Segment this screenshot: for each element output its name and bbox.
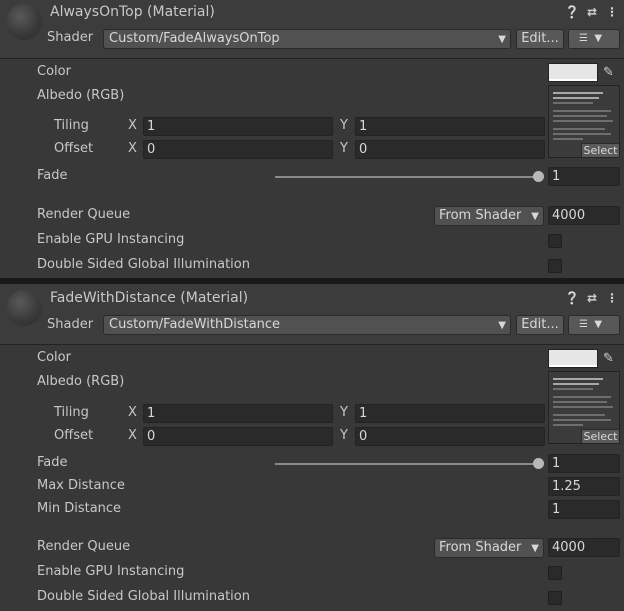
fade-slider-track[interactable]	[275, 463, 538, 465]
double-sided-gi-checkbox[interactable]	[548, 259, 562, 273]
chevron-down-icon: ▼	[594, 33, 603, 44]
shader-value: Custom/FadeWithDistance	[109, 317, 281, 332]
chevron-down-icon: ▼	[594, 319, 603, 330]
edit-shader-button[interactable]: Edit...	[516, 29, 564, 49]
offset-x-label: X	[128, 428, 137, 443]
gpu-instancing-checkbox[interactable]	[548, 234, 562, 248]
render-queue-dropdown[interactable]: From Shader ▼	[434, 206, 544, 226]
material-title: AlwaysOnTop (Material)	[50, 4, 215, 20]
albedo-texture-thumbnail[interactable]: Select	[548, 371, 620, 444]
header-icons: ❔ ⇄ ⋮	[565, 5, 618, 19]
offset-y-field[interactable]: 0	[355, 140, 545, 159]
fade-slider-handle[interactable]	[533, 171, 544, 182]
offset-x-label: X	[128, 141, 137, 156]
material-title: FadeWithDistance (Material)	[50, 290, 249, 306]
tiling-y-field[interactable]: 1	[355, 117, 545, 136]
presets-icon[interactable]: ⇄	[586, 5, 598, 19]
color-alpha-bar	[549, 79, 597, 81]
render-queue-field[interactable]: 4000	[548, 538, 620, 557]
color-label: Color	[37, 350, 71, 365]
chevron-down-icon: ▼	[531, 543, 539, 554]
more-options-icon[interactable]: ⋮	[606, 5, 618, 19]
tiling-label: Tiling	[54, 118, 89, 133]
select-texture-button[interactable]: Select	[581, 143, 619, 157]
fade-label: Fade	[37, 455, 68, 470]
render-queue-label: Render Queue	[37, 539, 131, 554]
fade-slider-handle[interactable]	[533, 458, 544, 469]
gpu-instancing-checkbox[interactable]	[548, 566, 562, 580]
double-sided-gi-label: Double Sided Global Illumination	[37, 589, 250, 604]
chevron-down-icon: ▼	[498, 34, 506, 45]
min-distance-field[interactable]: 1	[548, 500, 620, 519]
tiling-label: Tiling	[54, 405, 89, 420]
header-separator	[0, 344, 624, 345]
albedo-texture-thumbnail[interactable]: Select	[548, 85, 620, 158]
shader-dropdown[interactable]: Custom/FadeWithDistance ▼	[103, 315, 511, 335]
fade-slider-track[interactable]	[275, 176, 538, 178]
eyedropper-icon[interactable]: ✎	[603, 351, 617, 366]
tiling-x-field[interactable]: 1	[143, 404, 333, 423]
eyedropper-icon[interactable]: ✎	[603, 65, 617, 80]
color-swatch[interactable]	[548, 349, 598, 368]
render-queue-option: From Shader	[439, 540, 522, 555]
list-icon: ☰	[579, 319, 588, 330]
material-preview-icon	[6, 4, 42, 40]
material-preview-icon	[6, 290, 42, 326]
render-queue-field[interactable]: 4000	[548, 206, 620, 225]
min-distance-label: Min Distance	[37, 501, 122, 516]
list-icon: ☰	[579, 33, 588, 44]
fade-value-field[interactable]: 1	[548, 167, 620, 186]
double-sided-gi-label: Double Sided Global Illumination	[37, 257, 250, 272]
tiling-x-field[interactable]: 1	[143, 117, 333, 136]
tiling-y-label: Y	[340, 118, 348, 133]
help-icon[interactable]: ❔	[565, 291, 580, 305]
help-icon[interactable]: ❔	[565, 5, 580, 19]
render-queue-option: From Shader	[439, 208, 522, 223]
albedo-label: Albedo (RGB)	[37, 88, 125, 103]
color-alpha-bar	[549, 365, 597, 367]
max-distance-label: Max Distance	[37, 478, 125, 493]
fade-label: Fade	[37, 168, 68, 183]
color-swatch[interactable]	[548, 63, 598, 82]
tiling-y-label: Y	[340, 405, 348, 420]
albedo-label: Albedo (RGB)	[37, 374, 125, 389]
shader-menu-button[interactable]: ☰ ▼	[568, 315, 620, 335]
offset-y-field[interactable]: 0	[355, 427, 545, 446]
max-distance-field[interactable]: 1.25	[548, 477, 620, 496]
offset-y-label: Y	[340, 141, 348, 156]
offset-x-field[interactable]: 0	[143, 427, 333, 446]
tiling-y-field[interactable]: 1	[355, 404, 545, 423]
tiling-x-label: X	[128, 405, 137, 420]
double-sided-gi-checkbox[interactable]	[548, 591, 562, 605]
chevron-down-icon: ▼	[498, 320, 506, 331]
header-separator	[0, 58, 624, 59]
color-label: Color	[37, 64, 71, 79]
render-queue-dropdown[interactable]: From Shader ▼	[434, 538, 544, 558]
shader-value: Custom/FadeAlwaysOnTop	[109, 31, 280, 46]
chevron-down-icon: ▼	[531, 211, 539, 222]
select-texture-button[interactable]: Select	[581, 429, 619, 443]
material-panel-fadewithdistance: FadeWithDistance (Material) ❔ ⇄ ⋮ Shader…	[0, 284, 624, 611]
gpu-instancing-label: Enable GPU Instancing	[37, 564, 185, 579]
material-panel-alwaysontop: AlwaysOnTop (Material) ❔ ⇄ ⋮ Shader Cust…	[0, 0, 624, 280]
gpu-instancing-label: Enable GPU Instancing	[37, 232, 185, 247]
fade-value-field[interactable]: 1	[548, 454, 620, 473]
offset-x-field[interactable]: 0	[143, 140, 333, 159]
more-options-icon[interactable]: ⋮	[606, 291, 618, 305]
offset-y-label: Y	[340, 428, 348, 443]
header-icons: ❔ ⇄ ⋮	[565, 291, 618, 305]
presets-icon[interactable]: ⇄	[586, 291, 598, 305]
shader-dropdown[interactable]: Custom/FadeAlwaysOnTop ▼	[103, 29, 511, 49]
shader-label: Shader	[47, 317, 94, 332]
offset-label: Offset	[54, 141, 94, 156]
tiling-x-label: X	[128, 118, 137, 133]
edit-shader-button[interactable]: Edit...	[516, 315, 564, 335]
offset-label: Offset	[54, 428, 94, 443]
shader-label: Shader	[47, 30, 94, 45]
shader-menu-button[interactable]: ☰ ▼	[568, 29, 620, 49]
render-queue-label: Render Queue	[37, 207, 131, 222]
